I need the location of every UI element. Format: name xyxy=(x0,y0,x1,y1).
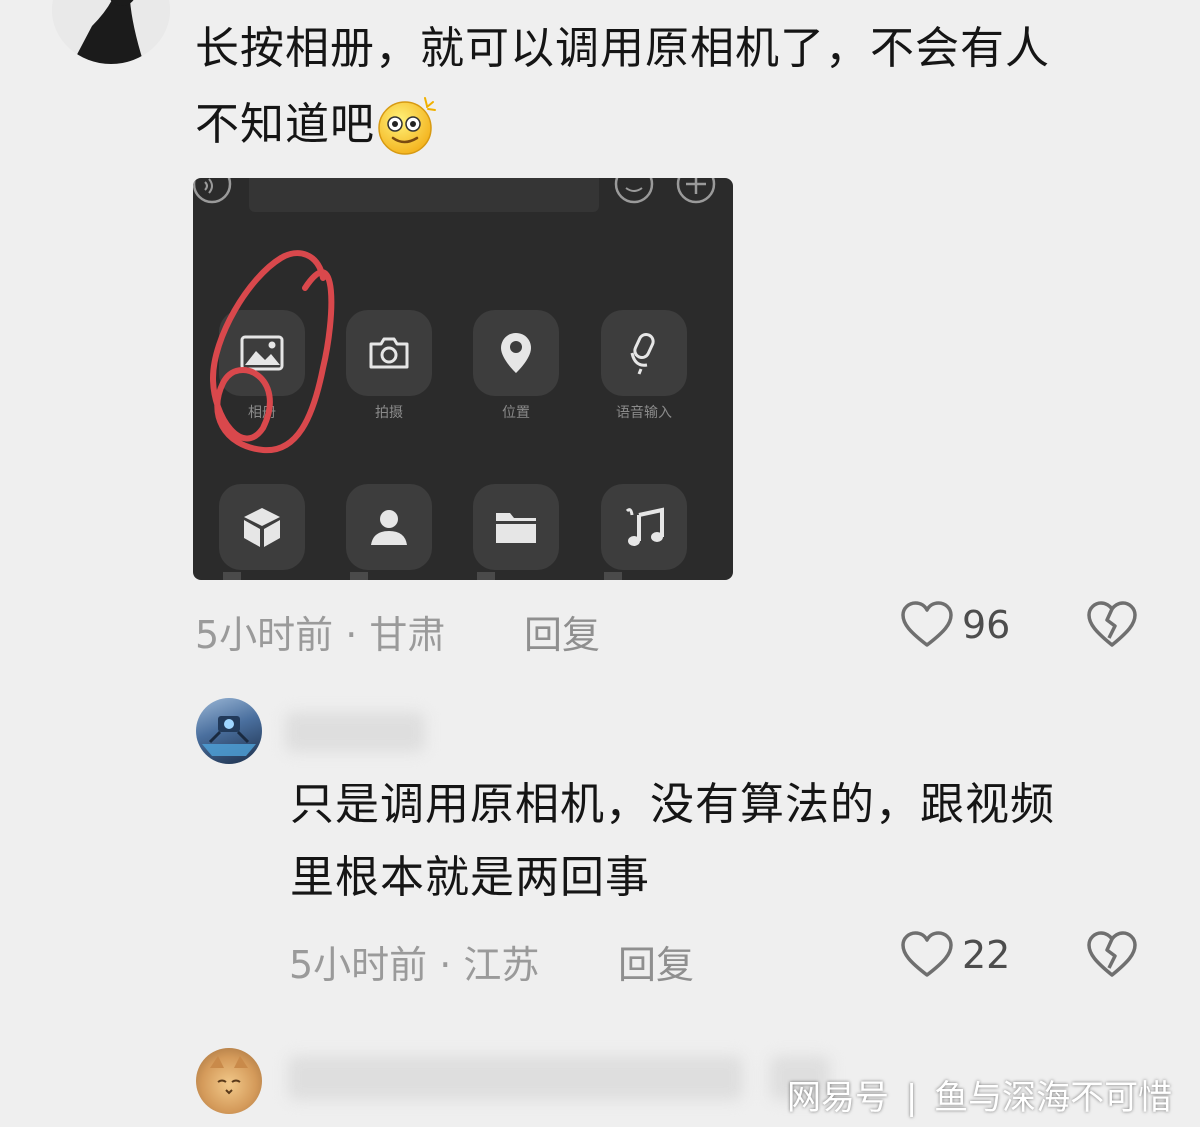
red-circle-annotation xyxy=(209,250,335,454)
commenter-avatar[interactable] xyxy=(52,0,170,64)
commenter-avatar[interactable] xyxy=(196,698,262,764)
avatar-silhouette-icon xyxy=(52,0,170,64)
like-count: 96 xyxy=(962,603,1011,647)
comment-text-line: 只是调用原相机，没有算法的，跟视频 xyxy=(290,779,1055,830)
username-blurred xyxy=(285,712,425,752)
watermark: 网易号 | 鱼与深海不可惜 xyxy=(787,1070,1172,1119)
reply-button[interactable]: 回复 xyxy=(618,934,694,989)
comment-meta: 5小时前 · 江苏 xyxy=(289,943,540,987)
comment-text-blurred xyxy=(288,1056,743,1100)
heart-outline-icon xyxy=(901,601,953,647)
dislike-button[interactable] xyxy=(1086,930,1138,984)
comment-text-line: 不知道吧 xyxy=(195,88,439,162)
watermark-author: 鱼与深海不可惜 xyxy=(934,1078,1173,1118)
dizzy-smile-emoji xyxy=(377,94,439,156)
comment-text-line: 长按相册，就可以调用原相机了，不会有人 xyxy=(195,23,1050,74)
watermark-brand: 网易号 xyxy=(787,1078,889,1118)
like-button[interactable]: 22 xyxy=(900,930,1010,980)
attached-screenshot[interactable]: 相册 拍摄 位置 语音输入 xyxy=(193,178,733,580)
broken-heart-icon xyxy=(1087,601,1137,647)
broken-heart-icon xyxy=(1087,931,1137,977)
comment-text-line-2: 不知道吧 xyxy=(195,99,375,150)
avatar-image xyxy=(202,716,256,756)
watermark-separator: | xyxy=(905,1078,918,1118)
like-button[interactable]: 96 xyxy=(900,600,1010,650)
heart-outline-icon xyxy=(901,931,953,977)
comment-meta: 5小时前 · 甘肃 xyxy=(195,613,446,657)
dislike-button[interactable] xyxy=(1086,600,1138,654)
like-count: 22 xyxy=(962,933,1011,977)
reply-button[interactable]: 回复 xyxy=(524,604,600,659)
comment-text-line: 里根本就是两回事 xyxy=(290,852,650,903)
commenter-avatar[interactable] xyxy=(196,1048,262,1114)
cat-avatar-image xyxy=(210,1056,248,1095)
